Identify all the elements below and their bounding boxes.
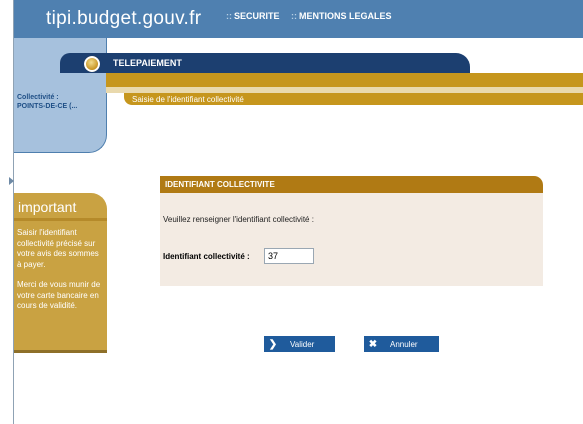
annuler-label: Annuler [390,339,418,349]
mentions-legales-link[interactable]: :: MENTIONS LEGALES [291,11,392,21]
collectivite-label: Collectivité : [17,94,59,101]
telepaiement-title: TELEPAIEMENT [113,58,182,68]
cross-icon: ✖ [368,338,378,350]
mentions-legales-link-label: MENTIONS LEGALES [299,11,392,21]
important-paragraph-2: Merci de vous munir de votre carte banca… [17,280,101,310]
securite-link-label: SECURITE [234,11,280,21]
form-intro: Veuillez renseigner l'identifiant collec… [163,215,314,224]
breadcrumb-step: Saisie de l'identifiant collectivité [132,95,244,104]
site-title: tipi.budget.gouv.fr [46,8,202,29]
valider-label: Valider [290,339,315,349]
form-body [160,193,543,286]
important-text: Saisir l'identifiant collectivité précis… [17,228,105,312]
annuler-button[interactable]: ✖ Annuler [364,336,439,352]
important-title: important [18,199,77,215]
identifiant-label: Identifiant collectivité : [163,252,250,261]
form-title: IDENTIFIANT COLLECTIVITE [165,180,275,189]
collectivite-value: POINTS-DE-CE (... [17,103,78,110]
gold-band [106,73,583,87]
important-paragraph-1: Saisir l'identifiant collectivité précis… [17,228,99,269]
valider-button[interactable]: ❯ Valider [264,336,335,352]
link-dots-icon: :: [291,11,297,21]
important-bottom-bar [14,350,107,353]
arrow-right-icon: ❯ [268,338,278,350]
gold-orb-icon [83,55,101,73]
left-arrow-marker [9,177,14,185]
identifiant-input[interactable] [264,248,314,264]
securite-link[interactable]: :: SECURITE [226,11,280,21]
link-dots-icon: :: [226,11,232,21]
important-separator [14,218,107,221]
